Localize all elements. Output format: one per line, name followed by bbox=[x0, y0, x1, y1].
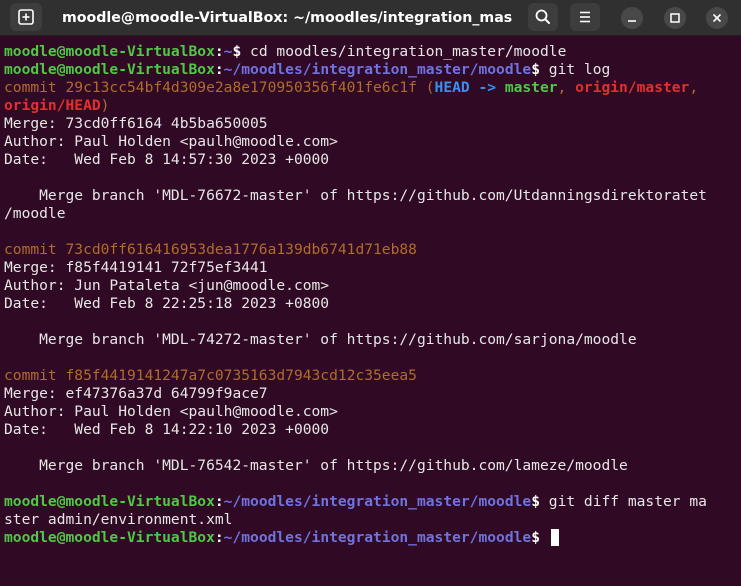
window-title: moodle@moodle-VirtualBox: ~/moodles/inte… bbox=[62, 10, 512, 26]
title-bar: moodle@moodle-VirtualBox: ~/moodles/inte… bbox=[0, 0, 741, 36]
commit-hash-line: commit 29c13cc54bf4d309e2a8e170950356f40… bbox=[4, 79, 740, 97]
ref-head: HEAD -> bbox=[434, 79, 505, 96]
terminal-output[interactable]: moodle@moodle-VirtualBox:~$ cd moodles/i… bbox=[4, 43, 740, 583]
prompt-user-host: moodle@moodle-VirtualBox bbox=[4, 493, 215, 510]
commit-hash: commit 29c13cc54bf4d309e2a8e170950356f40… bbox=[4, 79, 417, 96]
prompt-separator: : bbox=[214, 43, 224, 60]
prompt-separator: : bbox=[214, 61, 224, 78]
ref-paren-close: ) bbox=[100, 97, 110, 114]
prompt-line: moodle@moodle-VirtualBox:~/moodles/integ… bbox=[4, 61, 740, 79]
commit-hash-line: commit 73cd0ff616416953dea1776a139db6741… bbox=[4, 241, 417, 258]
maximize-button[interactable] bbox=[664, 7, 686, 29]
scrollbar[interactable] bbox=[735, 40, 741, 580]
commit-date-line: Date: Wed Feb 8 14:57:30 2023 +0000 bbox=[4, 151, 330, 168]
prompt-line: moodle@moodle-VirtualBox:~/moodles/integ… bbox=[4, 493, 740, 511]
command-text: cd moodles/integration_master/moodle bbox=[241, 43, 567, 60]
prompt-separator: : bbox=[214, 493, 224, 510]
commit-date-line: Date: Wed Feb 8 22:25:18 2023 +0800 bbox=[4, 295, 330, 312]
hamburger-menu-icon bbox=[580, 11, 590, 23]
prompt-line: moodle@moodle-VirtualBox:~$ cd moodles/i… bbox=[4, 43, 740, 61]
prompt-user-host: moodle@moodle-VirtualBox bbox=[4, 529, 215, 546]
terminal-window: moodle@moodle-VirtualBox: ~/moodles/inte… bbox=[0, 0, 741, 586]
prompt-symbol: $ bbox=[531, 61, 540, 78]
prompt-separator: : bbox=[214, 529, 224, 546]
prompt-symbol: $ bbox=[531, 529, 540, 546]
ref-origin-head: origin/HEAD bbox=[4, 97, 101, 114]
ref-separator: , bbox=[557, 79, 576, 96]
prompt-line: moodle@moodle-VirtualBox:~/moodles/integ… bbox=[4, 529, 740, 547]
commit-hash-line: commit f85f4419141247a7c0735163d7943cd12… bbox=[4, 367, 417, 384]
prompt-path: ~/moodles/integration_master/moodle bbox=[223, 61, 532, 78]
commit-message-line: Merge branch 'MDL-74272-master' of https… bbox=[4, 331, 637, 348]
new-tab-icon bbox=[18, 9, 34, 25]
command-text bbox=[540, 529, 549, 546]
maximize-icon bbox=[670, 13, 680, 23]
commit-message-line: /moodle bbox=[4, 205, 66, 222]
minimize-button[interactable] bbox=[621, 7, 643, 29]
command-text: git diff master ma bbox=[540, 493, 707, 510]
commit-message-line: Merge branch 'MDL-76672-master' of https… bbox=[4, 187, 707, 204]
search-icon bbox=[535, 9, 550, 24]
prompt-symbol: $ bbox=[232, 43, 242, 60]
command-text: git log bbox=[540, 61, 611, 78]
close-button[interactable] bbox=[706, 7, 728, 29]
ref-separator: , bbox=[689, 79, 699, 96]
prompt-path: ~/moodles/integration_master/moodle bbox=[223, 493, 532, 510]
commit-author-line: Author: Paul Holden <paulh@moodle.com> bbox=[4, 133, 338, 150]
commit-ref-line: origin/HEAD) bbox=[4, 97, 740, 115]
new-tab-button[interactable] bbox=[10, 3, 42, 31]
prompt-symbol: $ bbox=[531, 493, 540, 510]
prompt-path: ~/moodles/integration_master/moodle bbox=[223, 529, 532, 546]
commit-merge-line: Merge: f85f4419141 72f75ef3441 bbox=[4, 259, 268, 276]
prompt-user-host: moodle@moodle-VirtualBox bbox=[4, 43, 215, 60]
text-cursor bbox=[550, 529, 559, 546]
commit-merge-line: Merge: ef47376a37d 64799f9ace7 bbox=[4, 385, 268, 402]
commit-author-line: Author: Paul Holden <paulh@moodle.com> bbox=[4, 403, 338, 420]
prompt-user-host: moodle@moodle-VirtualBox bbox=[4, 61, 215, 78]
minimize-icon bbox=[628, 20, 636, 22]
commit-message-line: Merge branch 'MDL-76542-master' of https… bbox=[4, 457, 628, 474]
ref-paren-open: ( bbox=[416, 79, 435, 96]
close-icon bbox=[712, 13, 722, 23]
menu-button[interactable] bbox=[570, 3, 600, 31]
commit-author-line: Author: Jun Pataleta <jun@moodle.com> bbox=[4, 277, 330, 294]
commit-merge-line: Merge: 73cd0ff6164 4b5ba650005 bbox=[4, 115, 268, 132]
search-button[interactable] bbox=[528, 3, 558, 31]
commit-date-line: Date: Wed Feb 8 14:22:10 2023 +0000 bbox=[4, 421, 330, 438]
ref-origin-master: origin/master bbox=[575, 79, 690, 96]
command-continuation: ster admin/environment.xml bbox=[4, 511, 233, 528]
ref-branch: master bbox=[504, 79, 558, 96]
